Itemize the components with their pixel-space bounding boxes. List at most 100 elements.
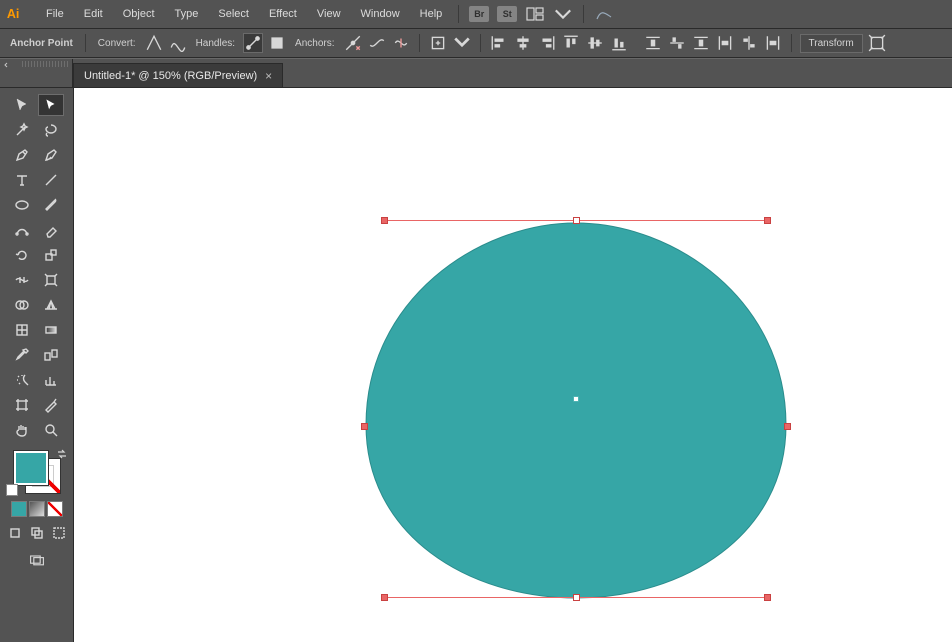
color-mode-row xyxy=(11,501,63,517)
direct-selection-tool[interactable] xyxy=(38,94,64,116)
eraser-tool[interactable] xyxy=(38,219,64,241)
panel-grip-icon[interactable] xyxy=(22,61,68,67)
screen-mode-button[interactable] xyxy=(28,551,46,569)
bridge-icon[interactable]: Br xyxy=(469,6,489,22)
align-bottom-button[interactable] xyxy=(609,33,629,53)
scale-tool[interactable] xyxy=(38,244,64,266)
align-hcenter-button[interactable] xyxy=(513,33,533,53)
anchor-point-bottom[interactable] xyxy=(573,594,580,601)
convert-smooth-button[interactable] xyxy=(168,33,188,53)
menu-type[interactable]: Type xyxy=(167,4,207,24)
remove-anchor-button[interactable] xyxy=(343,33,363,53)
paintbrush-tool[interactable] xyxy=(38,194,64,216)
selection-tool[interactable] xyxy=(9,94,35,116)
ellipse-tool[interactable] xyxy=(9,194,35,216)
menu-window[interactable]: Window xyxy=(353,4,408,24)
curvature-tool[interactable] xyxy=(38,144,64,166)
blend-tool[interactable] xyxy=(38,344,64,366)
align-left-button[interactable] xyxy=(489,33,509,53)
align-right-button[interactable] xyxy=(537,33,557,53)
width-tool[interactable] xyxy=(9,269,35,291)
distribute-hcenter-button[interactable] xyxy=(739,33,759,53)
handle-endpoint[interactable] xyxy=(381,594,388,601)
eyedropper-tool[interactable] xyxy=(9,344,35,366)
handle-endpoint[interactable] xyxy=(764,594,771,601)
handle-endpoint[interactable] xyxy=(381,217,388,224)
zoom-tool[interactable] xyxy=(38,419,64,441)
menu-effect[interactable]: Effect xyxy=(261,4,305,24)
isolate-dropdown[interactable] xyxy=(452,33,472,53)
menu-object[interactable]: Object xyxy=(115,4,163,24)
anchor-point-left[interactable] xyxy=(361,423,368,430)
align-top-button[interactable] xyxy=(561,33,581,53)
shaper-tool[interactable] xyxy=(9,219,35,241)
draw-normal-button[interactable] xyxy=(5,523,25,543)
divider xyxy=(419,34,420,52)
workspace xyxy=(0,88,952,642)
fill-swatch[interactable] xyxy=(14,451,48,485)
gpu-performance-icon[interactable] xyxy=(595,6,613,22)
pen-tool[interactable] xyxy=(9,144,35,166)
divider xyxy=(85,34,86,52)
distribute-vcenter-button[interactable] xyxy=(667,33,687,53)
anchor-point-right[interactable] xyxy=(784,423,791,430)
anchor-point-top[interactable] xyxy=(573,217,580,224)
document-tab-title: Untitled-1* @ 150% (RGB/Preview) xyxy=(84,70,257,82)
magic-wand-tool[interactable] xyxy=(9,119,35,141)
canvas[interactable] xyxy=(74,88,952,642)
default-fill-stroke-icon[interactable] xyxy=(6,484,18,496)
draw-inside-button[interactable] xyxy=(49,523,69,543)
line-segment-tool[interactable] xyxy=(38,169,64,191)
transform-each-button[interactable] xyxy=(867,33,887,53)
distribute-left-button[interactable] xyxy=(715,33,735,53)
convert-corner-button[interactable] xyxy=(144,33,164,53)
menu-help[interactable]: Help xyxy=(412,4,451,24)
selected-ellipse-shape[interactable] xyxy=(364,220,788,600)
context-label: Anchor Point xyxy=(6,38,77,49)
divider xyxy=(791,34,792,52)
menu-file[interactable]: File xyxy=(38,4,72,24)
document-tab[interactable]: Untitled-1* @ 150% (RGB/Preview) × xyxy=(73,63,283,87)
align-vcenter-button[interactable] xyxy=(585,33,605,53)
distribute-top-button[interactable] xyxy=(643,33,663,53)
menu-view[interactable]: View xyxy=(309,4,349,24)
swap-fill-stroke-icon[interactable] xyxy=(56,448,68,460)
stock-icon[interactable]: St xyxy=(497,6,517,22)
color-mode-color[interactable] xyxy=(11,501,27,517)
handles-show-button[interactable] xyxy=(243,33,263,53)
transform-button[interactable]: Transform xyxy=(800,34,863,53)
distribute-right-button[interactable] xyxy=(763,33,783,53)
draw-behind-button[interactable] xyxy=(27,523,47,543)
lasso-tool[interactable] xyxy=(38,119,64,141)
rotate-tool[interactable] xyxy=(9,244,35,266)
free-transform-tool[interactable] xyxy=(38,269,64,291)
shape-builder-tool[interactable] xyxy=(9,294,35,316)
type-tool[interactable] xyxy=(9,169,35,191)
close-tab-button[interactable]: × xyxy=(265,69,272,83)
color-mode-gradient[interactable] xyxy=(29,501,45,517)
connect-anchor-button[interactable] xyxy=(367,33,387,53)
cut-path-button[interactable] xyxy=(391,33,411,53)
slice-tool[interactable] xyxy=(38,394,64,416)
perspective-grid-tool[interactable] xyxy=(38,294,64,316)
mesh-tool[interactable] xyxy=(9,319,35,341)
panel-collapse-icon[interactable] xyxy=(4,61,18,69)
artboard-tool[interactable] xyxy=(9,394,35,416)
column-graph-tool[interactable] xyxy=(38,369,64,391)
handles-hide-button[interactable] xyxy=(267,33,287,53)
gradient-tool[interactable] xyxy=(38,319,64,341)
handles-label: Handles: xyxy=(192,38,239,49)
handle-endpoint[interactable] xyxy=(764,217,771,224)
menu-select[interactable]: Select xyxy=(210,4,257,24)
isolate-button[interactable] xyxy=(428,33,448,53)
arrange-documents-icon[interactable] xyxy=(526,6,544,22)
distribute-bottom-button[interactable] xyxy=(691,33,711,53)
fill-stroke-control[interactable] xyxy=(14,451,60,493)
menu-bar: Ai File Edit Object Type Select Effect V… xyxy=(0,0,952,29)
symbol-sprayer-tool[interactable] xyxy=(9,369,35,391)
divider xyxy=(458,5,459,23)
chevron-down-icon[interactable] xyxy=(554,6,572,22)
color-mode-none[interactable] xyxy=(47,501,63,517)
hand-tool[interactable] xyxy=(9,419,35,441)
menu-edit[interactable]: Edit xyxy=(76,4,111,24)
